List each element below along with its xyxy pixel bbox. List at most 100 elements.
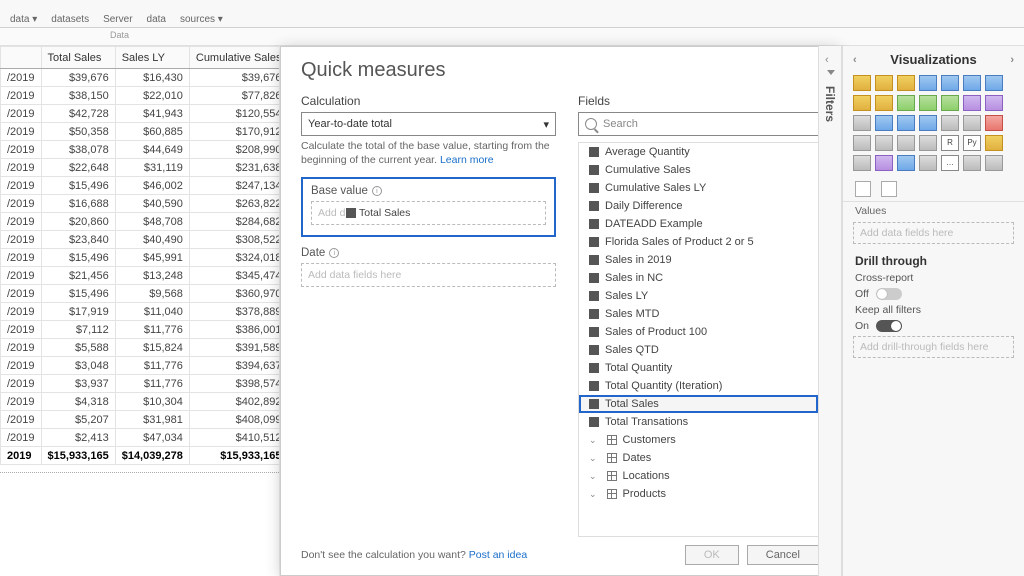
viz-type-icon[interactable] — [963, 95, 981, 111]
viz-type-icon[interactable] — [897, 95, 915, 111]
field-item[interactable]: DATEADD Example — [579, 215, 818, 233]
viz-type-icon[interactable] — [853, 135, 871, 151]
viz-type-icon[interactable] — [853, 115, 871, 131]
table-item[interactable]: ⌄Locations — [579, 467, 818, 485]
viz-type-icon[interactable] — [919, 135, 937, 151]
viz-type-icon[interactable] — [963, 115, 981, 131]
table-row[interactable]: /2019$2,413$47,034$410,512 — [1, 429, 281, 447]
table-row[interactable]: /2019$20,860$48,708$284,682 — [1, 213, 281, 231]
learn-more-link[interactable]: Learn more — [440, 154, 494, 166]
table-row[interactable]: /2019$38,078$44,649$208,990 — [1, 141, 281, 159]
field-item[interactable]: Sales MTD — [579, 305, 818, 323]
fields-list[interactable]: Average QuantityCumulative SalesCumulati… — [578, 142, 819, 537]
ok-button[interactable]: OK — [685, 545, 739, 565]
viz-type-icon[interactable] — [985, 155, 1003, 171]
viz-type-icon[interactable] — [897, 155, 915, 171]
viz-type-icon[interactable] — [941, 75, 959, 91]
viz-type-icon[interactable] — [919, 75, 937, 91]
column-header[interactable]: Cumulative Sales — [189, 47, 280, 69]
table-row[interactable]: /2019$3,048$11,776$394,637 — [1, 357, 281, 375]
column-header[interactable]: Total Sales — [41, 47, 115, 69]
table-row[interactable]: /2019$42,728$41,943$120,554 — [1, 105, 281, 123]
viz-type-icon[interactable] — [897, 135, 915, 151]
column-header[interactable]: Sales LY — [115, 47, 189, 69]
info-icon[interactable]: i — [329, 248, 339, 258]
field-item[interactable]: Average Quantity — [579, 143, 818, 161]
viz-type-icon[interactable]: … — [941, 155, 959, 171]
calculation-dropdown[interactable]: Year-to-date total ▾ — [301, 112, 556, 136]
viz-type-icon[interactable] — [897, 115, 915, 131]
viz-type-icon[interactable] — [875, 95, 893, 111]
field-item[interactable]: Total Sales — [579, 395, 818, 413]
viz-type-icon[interactable]: R — [941, 135, 959, 151]
ribbon-item[interactable]: sources ▾ — [180, 14, 223, 25]
viz-type-icon[interactable] — [853, 155, 871, 171]
field-item[interactable]: Daily Difference — [579, 197, 818, 215]
viz-type-icon[interactable] — [875, 75, 893, 91]
viz-type-icon[interactable] — [853, 75, 871, 91]
field-item[interactable]: Total Quantity (Iteration) — [579, 377, 818, 395]
keep-filters-toggle[interactable] — [876, 320, 902, 332]
viz-type-icon[interactable] — [985, 75, 1003, 91]
viz-type-icon[interactable] — [875, 155, 893, 171]
column-header[interactable] — [1, 47, 42, 69]
viz-type-icon[interactable] — [985, 95, 1003, 111]
table-row[interactable]: /2019$5,207$31,981$408,099 — [1, 411, 281, 429]
table-item[interactable]: ⌄Dates — [579, 449, 818, 467]
base-value-dropzone[interactable]: Add d Total Sales — [311, 201, 546, 225]
ribbon-item[interactable]: data — [147, 14, 166, 25]
table-item[interactable]: ⌄Products — [579, 485, 818, 503]
table-row[interactable]: /2019$15,496$45,991$324,018 — [1, 249, 281, 267]
field-item[interactable]: Sales in 2019 — [579, 251, 818, 269]
viz-type-icon[interactable] — [963, 75, 981, 91]
post-idea-link[interactable]: Post an idea — [469, 549, 527, 561]
chevron-right-icon[interactable]: › — [1010, 54, 1014, 66]
values-dropzone[interactable]: Add data fields here — [853, 222, 1014, 244]
fields-search-input[interactable]: Search — [578, 112, 819, 136]
ribbon-item[interactable]: Server — [103, 14, 132, 25]
table-row[interactable]: /2019$17,919$11,040$378,889 — [1, 303, 281, 321]
table-row[interactable]: /2019$4,318$10,304$402,892 — [1, 393, 281, 411]
format-tab-icon[interactable] — [881, 181, 897, 197]
viz-type-icon[interactable] — [875, 135, 893, 151]
viz-type-icon[interactable] — [919, 95, 937, 111]
drill-through-dropzone[interactable]: Add drill-through fields here — [853, 336, 1014, 358]
viz-type-icon[interactable] — [963, 155, 981, 171]
fields-tab-icon[interactable] — [855, 181, 871, 197]
field-item[interactable]: Cumulative Sales LY — [579, 179, 818, 197]
info-icon[interactable]: i — [372, 186, 382, 196]
table-row[interactable]: /2019$21,456$13,248$345,474 — [1, 267, 281, 285]
viz-type-icon[interactable] — [919, 115, 937, 131]
viz-type-icon[interactable] — [941, 115, 959, 131]
table-row[interactable]: /2019$23,840$40,490$308,522 — [1, 231, 281, 249]
field-item[interactable]: Sales of Product 100 — [579, 323, 818, 341]
ribbon-item[interactable]: datasets — [51, 14, 89, 25]
table-row[interactable]: /2019$50,358$60,885$170,912 — [1, 123, 281, 141]
field-item[interactable]: Cumulative Sales — [579, 161, 818, 179]
table-row[interactable]: /2019$16,688$40,590$263,822 — [1, 195, 281, 213]
viz-type-icon[interactable] — [985, 115, 1003, 131]
filters-pane-collapsed[interactable]: ‹ Filters — [818, 46, 842, 576]
table-row[interactable]: /2019$22,648$31,119$231,638 — [1, 159, 281, 177]
ribbon-item[interactable]: data ▾ — [10, 14, 37, 25]
table-row[interactable]: /2019$3,937$11,776$398,574 — [1, 375, 281, 393]
table-row[interactable]: /2019$7,112$11,776$386,001 — [1, 321, 281, 339]
field-item[interactable]: Sales in NC — [579, 269, 818, 287]
cross-report-toggle[interactable] — [876, 288, 902, 300]
viz-type-icon[interactable] — [985, 135, 1003, 151]
field-item[interactable]: Sales QTD — [579, 341, 818, 359]
chevron-left-icon[interactable]: ‹ — [853, 54, 857, 66]
table-row[interactable]: /2019$38,150$22,010$77,826 — [1, 87, 281, 105]
viz-type-icon[interactable] — [853, 95, 871, 111]
field-item[interactable]: Sales LY — [579, 287, 818, 305]
viz-type-icon[interactable] — [875, 115, 893, 131]
field-item[interactable]: Total Quantity — [579, 359, 818, 377]
table-row[interactable]: /2019$15,496$9,568$360,970 — [1, 285, 281, 303]
viz-type-icon[interactable] — [919, 155, 937, 171]
table-row[interactable]: /2019$15,496$46,002$247,134 — [1, 177, 281, 195]
field-item[interactable]: Florida Sales of Product 2 or 5 — [579, 233, 818, 251]
viz-type-icon[interactable]: Py — [963, 135, 981, 151]
viz-type-icon[interactable] — [897, 75, 915, 91]
table-item[interactable]: ⌄Customers — [579, 431, 818, 449]
cancel-button[interactable]: Cancel — [747, 545, 819, 565]
